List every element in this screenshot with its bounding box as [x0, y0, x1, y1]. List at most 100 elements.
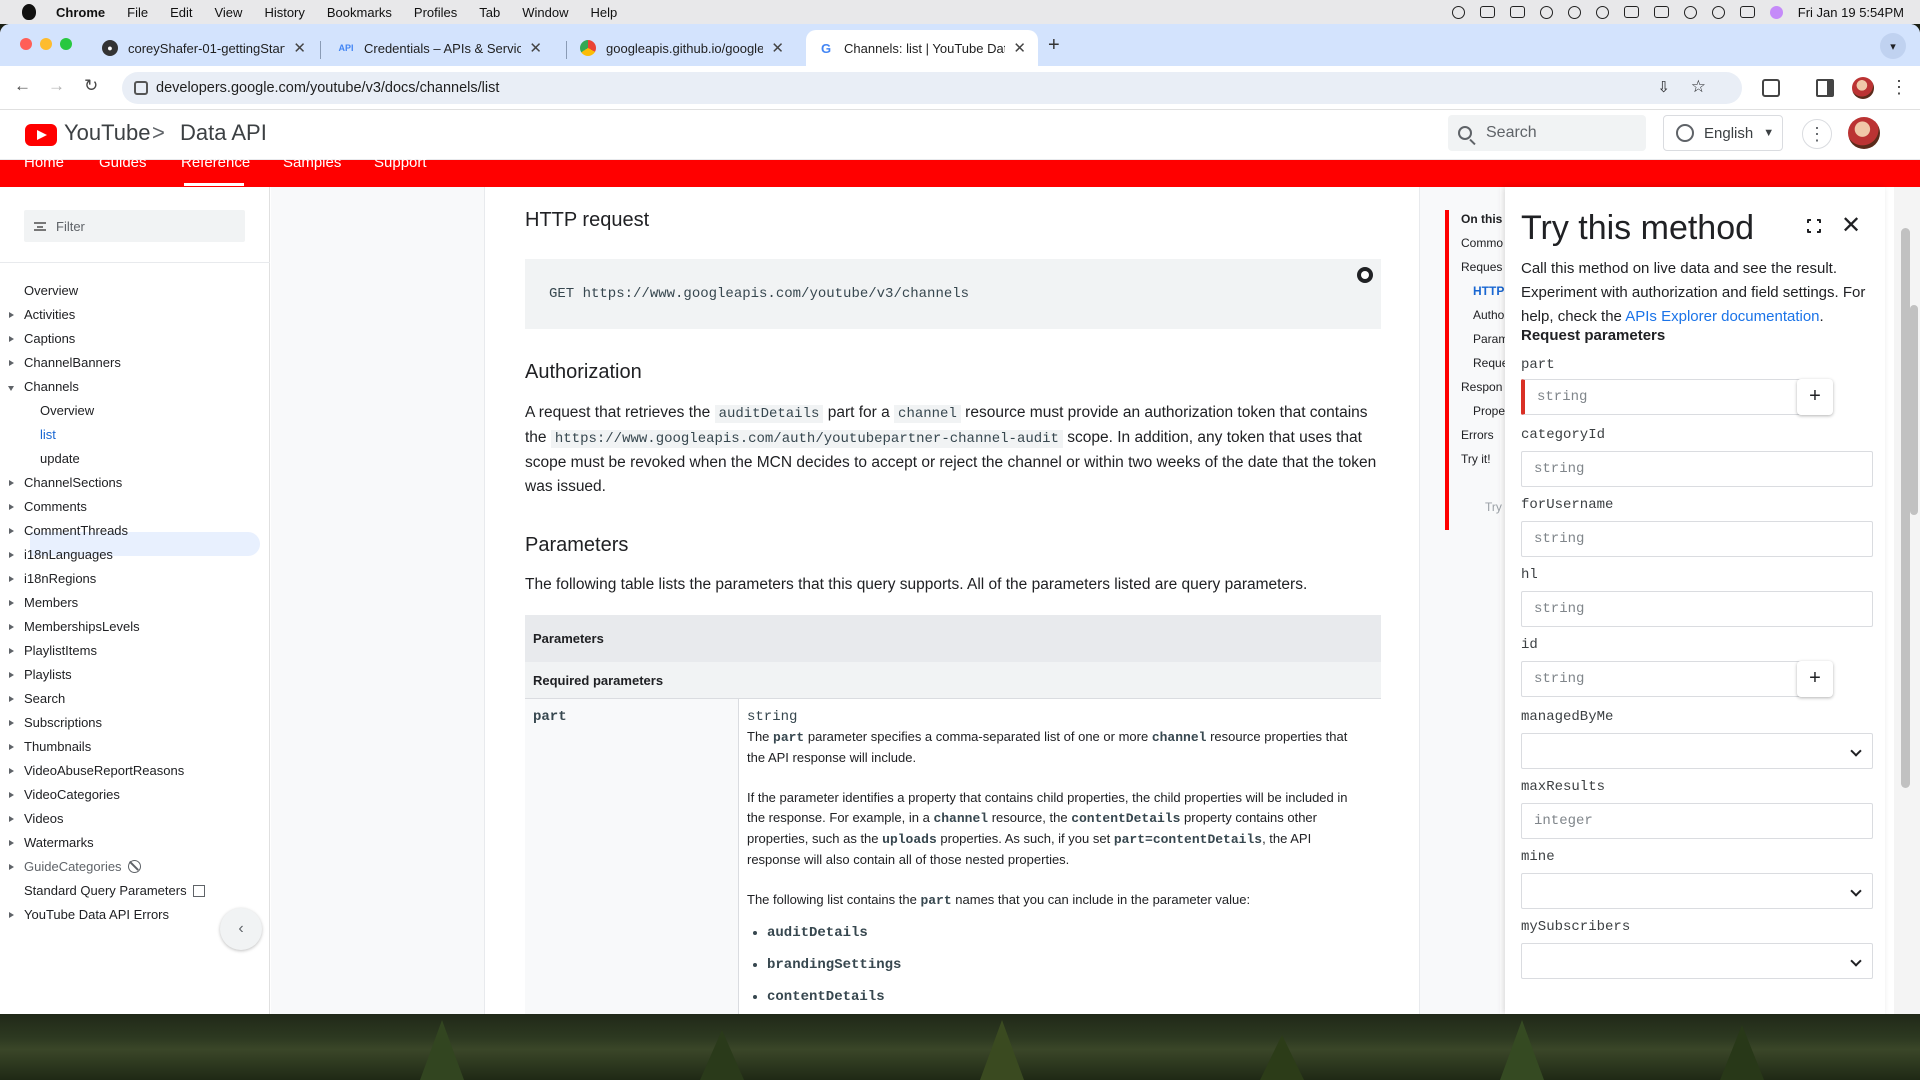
- chrome-menu-icon[interactable]: ⋮: [1890, 77, 1908, 98]
- sidebar-item-watermarks[interactable]: Watermarks: [9, 833, 94, 853]
- sidebar-item-channelbanners[interactable]: ChannelBanners: [9, 353, 121, 373]
- menubar-clock[interactable]: Fri Jan 19 5:54PM: [1798, 5, 1904, 20]
- sidebar-item-commentthreads[interactable]: CommentThreads: [9, 521, 128, 541]
- hl-input[interactable]: string: [1521, 591, 1873, 627]
- tab-github[interactable]: ● coreyShafer-01-gettingStarte ✕: [90, 30, 318, 66]
- mysubscribers-select[interactable]: [1521, 943, 1873, 979]
- forusername-input[interactable]: string: [1521, 521, 1873, 557]
- nav-support[interactable]: Support: [374, 154, 427, 171]
- part-input[interactable]: string: [1521, 379, 1829, 415]
- sidebar-item-videoabusereportreasons[interactable]: VideoAbuseReportReasons: [9, 761, 184, 781]
- sidebar-item-overview[interactable]: Overview: [24, 281, 78, 301]
- collapse-sidebar-button[interactable]: ‹: [220, 908, 262, 950]
- sidebar-item-channels-list[interactable]: list: [40, 425, 56, 445]
- sidebar-item-i18nregions[interactable]: i18nRegions: [9, 569, 96, 589]
- siri-icon[interactable]: [1769, 5, 1783, 19]
- menu-file[interactable]: File: [127, 5, 148, 20]
- sidebar-item-thumbnails[interactable]: Thumbnails: [9, 737, 91, 757]
- maxresults-input[interactable]: integer: [1521, 803, 1873, 839]
- add-id-button[interactable]: +: [1797, 661, 1833, 697]
- tab-credentials[interactable]: API Credentials – APIs & Services ✕: [326, 30, 554, 66]
- panel-scrollbar-thumb[interactable]: [1901, 228, 1910, 788]
- menu-bookmarks[interactable]: Bookmarks: [327, 5, 392, 20]
- sidebar-item-channels-overview[interactable]: Overview: [40, 401, 94, 421]
- sidebar-item-guidecategories[interactable]: GuideCategories: [9, 857, 141, 877]
- bookmark-star-icon[interactable]: ☆: [1691, 77, 1706, 97]
- status-app-icon[interactable]: [1451, 5, 1465, 19]
- sidebar-item-search[interactable]: Search: [9, 689, 65, 709]
- nav-home[interactable]: Home: [24, 154, 64, 171]
- profile-avatar[interactable]: [1852, 77, 1874, 99]
- bluetooth-icon[interactable]: [1567, 5, 1581, 19]
- new-tab-button[interactable]: +: [1048, 34, 1060, 57]
- minimize-window-button[interactable]: [40, 38, 52, 50]
- tab-googleapis[interactable]: googleapis.github.io/google-a ✕: [568, 30, 796, 66]
- screen-icon[interactable]: [1509, 6, 1525, 18]
- site-brand[interactable]: YouTube: [64, 120, 150, 146]
- zoom-window-button[interactable]: [60, 38, 72, 50]
- fullscreen-icon[interactable]: [1806, 218, 1822, 234]
- address-bar[interactable]: developers.google.com/youtube/v3/docs/ch…: [122, 72, 1742, 104]
- user-avatar[interactable]: [1848, 117, 1880, 149]
- spotlight-icon[interactable]: [1711, 5, 1725, 19]
- menu-help[interactable]: Help: [591, 5, 618, 20]
- youtube-logo-icon[interactable]: [25, 124, 57, 146]
- sidebar-item-api-errors[interactable]: YouTube Data API Errors: [9, 905, 169, 925]
- site-search[interactable]: Search: [1448, 115, 1646, 151]
- theme-toggle-icon[interactable]: [1357, 267, 1373, 283]
- sidebar-item-playlistitems[interactable]: PlaylistItems: [9, 641, 97, 661]
- sidebar-item-videos[interactable]: Videos: [9, 809, 64, 829]
- forward-button[interactable]: →: [48, 76, 65, 96]
- toc-item[interactable]: Commo: [1461, 236, 1505, 250]
- sidebar-item-channels[interactable]: Channels: [8, 377, 79, 397]
- close-tab-icon[interactable]: ✕: [293, 39, 306, 57]
- menu-view[interactable]: View: [214, 5, 242, 20]
- apis-explorer-link[interactable]: APIs Explorer documentation: [1625, 308, 1819, 325]
- back-button[interactable]: ←: [14, 76, 31, 96]
- add-part-button[interactable]: +: [1797, 379, 1833, 415]
- close-tab-icon[interactable]: ✕: [529, 39, 542, 57]
- side-panel-icon[interactable]: [1816, 79, 1834, 97]
- sidebar-item-channels-update[interactable]: update: [40, 449, 80, 469]
- more-options-button[interactable]: ⋮: [1802, 119, 1832, 149]
- menu-edit[interactable]: Edit: [170, 5, 192, 20]
- extensions-icon[interactable]: [1762, 79, 1780, 97]
- url-text[interactable]: developers.google.com/youtube/v3/docs/ch…: [156, 80, 499, 96]
- toc-item[interactable]: Errors: [1461, 428, 1505, 442]
- toc-item[interactable]: Reques: [1461, 260, 1505, 274]
- apple-icon[interactable]: [22, 4, 36, 20]
- toc-item[interactable]: Respon: [1461, 380, 1505, 394]
- close-tab-icon[interactable]: ✕: [1013, 39, 1026, 57]
- close-icon[interactable]: ✕: [1841, 211, 1861, 240]
- toc-item[interactable]: Try it!: [1461, 452, 1505, 466]
- tab-search-button[interactable]: ▾: [1880, 33, 1906, 59]
- menu-tab[interactable]: Tab: [479, 5, 500, 20]
- sidebar-item-activities[interactable]: Activities: [9, 305, 75, 325]
- sidebar-item-membershipslevels[interactable]: MembershipsLevels: [9, 617, 140, 637]
- sidebar-item-i18nlanguages[interactable]: i18nLanguages: [9, 545, 113, 565]
- language-selector[interactable]: English ▼: [1663, 115, 1783, 151]
- mine-select[interactable]: [1521, 873, 1873, 909]
- wifi-icon[interactable]: [1683, 5, 1697, 19]
- menu-app-name[interactable]: Chrome: [56, 5, 105, 20]
- install-icon[interactable]: ⇩: [1657, 78, 1670, 96]
- menu-window[interactable]: Window: [522, 5, 568, 20]
- sidebar-item-subscriptions[interactable]: Subscriptions: [9, 713, 102, 733]
- close-window-button[interactable]: [20, 38, 32, 50]
- id-input[interactable]: string: [1521, 661, 1829, 697]
- menu-profiles[interactable]: Profiles: [414, 5, 457, 20]
- control-center-icon[interactable]: [1739, 6, 1755, 18]
- close-tab-icon[interactable]: ✕: [771, 39, 784, 57]
- sidebar-item-channelsections[interactable]: ChannelSections: [9, 473, 122, 493]
- categoryid-input[interactable]: string: [1521, 451, 1873, 487]
- sidebar-item-captions[interactable]: Captions: [9, 329, 75, 349]
- sidebar-item-playlists[interactable]: Playlists: [9, 665, 72, 685]
- sidebar-item-comments[interactable]: Comments: [9, 497, 87, 517]
- reload-button[interactable]: ↻: [84, 76, 98, 96]
- glasses-icon[interactable]: [1479, 6, 1495, 18]
- tab-channels-list[interactable]: G Channels: list | YouTube Data ✕: [806, 30, 1038, 66]
- nav-samples[interactable]: Samples: [283, 154, 341, 171]
- page-scrollbar-thumb[interactable]: [1910, 305, 1918, 515]
- sidebar-item-videocategories[interactable]: VideoCategories: [9, 785, 120, 805]
- keyboard-icon[interactable]: [1653, 6, 1669, 18]
